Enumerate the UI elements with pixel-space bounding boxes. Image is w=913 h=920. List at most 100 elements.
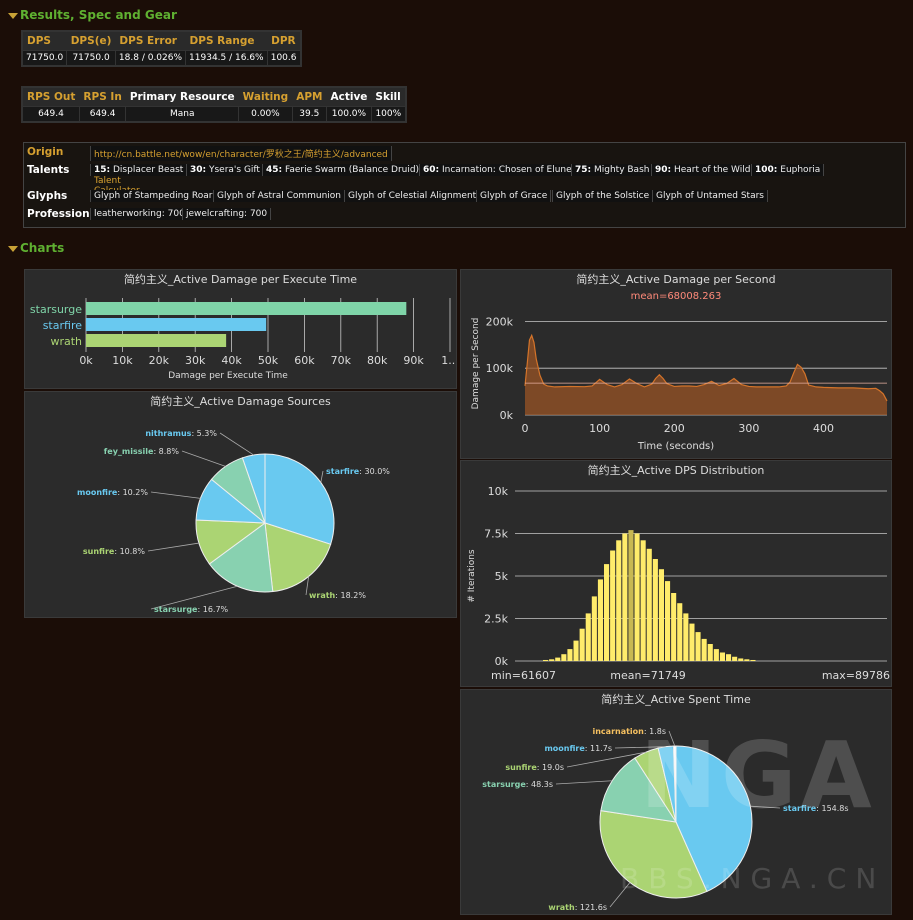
- pie-slice-value: : 154.8s: [816, 804, 848, 813]
- pie-slice-label: sunfire: 19.0s: [505, 763, 564, 772]
- pie-slice-value: : 8.8%: [153, 447, 179, 456]
- spent-time-chart-panel: 简约主义_Active Spent Time starfire: 154.8s w…: [460, 689, 892, 915]
- histogram-bar: [543, 659, 549, 661]
- histogram-bar: [604, 564, 610, 661]
- resource-table: RPS Out RPS In Primary Resource Waiting APM A…: [21, 86, 407, 123]
- glyphs-label: Glyphs: [27, 190, 68, 202]
- histogram-bar: [549, 659, 555, 661]
- pie-slice-name: starfire: [326, 467, 360, 476]
- table-header: RPS Out: [27, 91, 76, 103]
- damage-sources-pie-chart: starfire: 30.0% wrath: 18.2% starsurge: 16…: [77, 429, 390, 614]
- histogram-bar: [597, 579, 603, 661]
- dps-distribution-histogram: 0k 2.5k 5k 7.5k 10k # Iterations min=61607 mean…: [467, 485, 890, 682]
- pie-slice-name: wrath: [309, 591, 336, 600]
- pie-slice-value: : 30.0%: [359, 467, 390, 476]
- table-cell: 100.6: [266, 50, 302, 67]
- x-tick-label: 0k: [79, 354, 93, 367]
- table-header: RPS In: [83, 91, 122, 103]
- table-cell: 71750.0: [66, 50, 116, 67]
- charts-section-header[interactable]: Charts: [8, 241, 64, 255]
- histogram-bar: [713, 649, 719, 661]
- pie-leader-line: [219, 432, 254, 456]
- table-cell: 100.0%: [325, 106, 372, 123]
- histogram-bar: [707, 644, 713, 661]
- category-label: starfire: [43, 319, 83, 332]
- talent-name: Euphoria: [777, 165, 821, 175]
- talent-name: Incarnation: Chosen of Elune: [439, 165, 572, 175]
- talent-item: 75: Mighty Bash: [571, 164, 654, 176]
- histogram-bar: [628, 530, 634, 661]
- pie-slice-name: moonfire: [77, 488, 118, 497]
- talent-level: 60:: [423, 165, 440, 175]
- spent-time-pie-chart: starfire: 154.8swrath: 121.6sstarsurge: …: [482, 727, 848, 912]
- x-tick-label: 10k: [112, 354, 133, 367]
- pie-slice-label: fey_missile: 8.8%: [104, 447, 180, 456]
- glyph-item: Glyph of Astral Communion: [213, 190, 346, 202]
- dps-area-fill: [525, 335, 887, 415]
- execute-time-bar-chart: 0k 10k 20k 30k 40k 50k 60k 70k 80k 90k 1... starsur…: [30, 298, 456, 381]
- histogram-bar: [646, 548, 652, 661]
- y-tick-label: 10k: [488, 485, 509, 498]
- profession-item: leatherworking: 700: [90, 208, 189, 220]
- pie-leader-line: [609, 882, 631, 908]
- pie-slice-label: nithramus: 5.3%: [145, 429, 217, 438]
- x-tick-label: 400: [813, 422, 834, 435]
- talent-name: Mighty Bash: [591, 165, 650, 175]
- histogram-bar: [610, 550, 616, 661]
- y-tick-label: 100k: [486, 362, 514, 375]
- category-label: wrath: [50, 335, 82, 348]
- talent-name: Ysera's Gift: [206, 165, 260, 175]
- x-tick-label: 30k: [185, 354, 206, 367]
- histogram-bar: [738, 658, 744, 661]
- histogram-bar: [658, 569, 664, 661]
- pie-slice-label: moonfire: 10.2%: [77, 488, 148, 497]
- pie-slice-name: sunfire: [83, 547, 115, 556]
- x-tick-label: 40k: [221, 354, 242, 367]
- x-mean-label: mean=71749: [610, 669, 685, 682]
- histogram-bar: [744, 659, 750, 661]
- x-tick-label: 60k: [294, 354, 315, 367]
- x-tick-label: 100: [589, 422, 610, 435]
- pie-leader-line: [181, 450, 226, 467]
- x-tick-label: 20k: [149, 354, 170, 367]
- histogram-bar: [585, 613, 591, 661]
- glyph-item: Glyph of Stampeding Roar: [90, 190, 217, 202]
- pie-leader-line: [750, 805, 781, 809]
- table-cell: 100%: [370, 106, 407, 123]
- pie-leader-line: [150, 491, 201, 499]
- pie-leader-line: [147, 542, 200, 552]
- x-axis-label: Damage per Execute Time: [168, 371, 288, 381]
- results-section-header[interactable]: Results, Spec and Gear: [8, 8, 177, 22]
- pie-slice-label: starfire: 30.0%: [326, 467, 390, 476]
- table-header: DPS Range: [189, 35, 255, 47]
- pie-slice-name: starsurge: [154, 605, 198, 614]
- talent-item: 45: Faerie Swarm (Balance Druid): [262, 164, 424, 176]
- bar-starsurge: [86, 302, 407, 315]
- bar-starfire: [86, 318, 267, 331]
- x-min-label: min=61607: [491, 669, 556, 682]
- histogram-bar: [579, 628, 585, 661]
- origin-link[interactable]: http://cn.battle.net/wow/en/character/罗秋…: [90, 146, 392, 161]
- pie-slice-name: starsurge: [482, 780, 526, 789]
- pie-slice-label: incarnation: 1.8s: [592, 727, 666, 736]
- x-tick-label: 70k: [331, 354, 352, 367]
- table-cell: 11934.5 / 16.6%: [185, 50, 268, 67]
- talent-level: 30:: [190, 165, 207, 175]
- pie-slice-name: starfire: [783, 804, 817, 813]
- pie-slice-value: : 1.8s: [644, 727, 666, 736]
- histogram-bar: [555, 657, 561, 661]
- glyph-item: Glyph of Untamed Stars: [652, 190, 768, 202]
- pie-slice-label: moonfire: 11.7s: [544, 744, 612, 753]
- talent-item: 100: Euphoria: [751, 164, 825, 176]
- origin-label: Origin: [27, 146, 64, 158]
- talent-level: 90:: [655, 165, 672, 175]
- talent-level: 75:: [575, 165, 592, 175]
- dps-distribution-chart-panel: 简约主义_Active DPS Distribution 0k 2.5k 5k 7.5…: [460, 460, 892, 687]
- table-header: DPS Error: [119, 35, 177, 47]
- pie-slice-value: : 19.0s: [537, 763, 564, 772]
- pie-slice-name: moonfire: [544, 744, 585, 753]
- pie-leader-line: [320, 470, 324, 483]
- y-tick-label: 0k: [495, 655, 509, 668]
- category-label: starsurge: [30, 303, 82, 316]
- x-tick-label: 1...: [441, 354, 456, 367]
